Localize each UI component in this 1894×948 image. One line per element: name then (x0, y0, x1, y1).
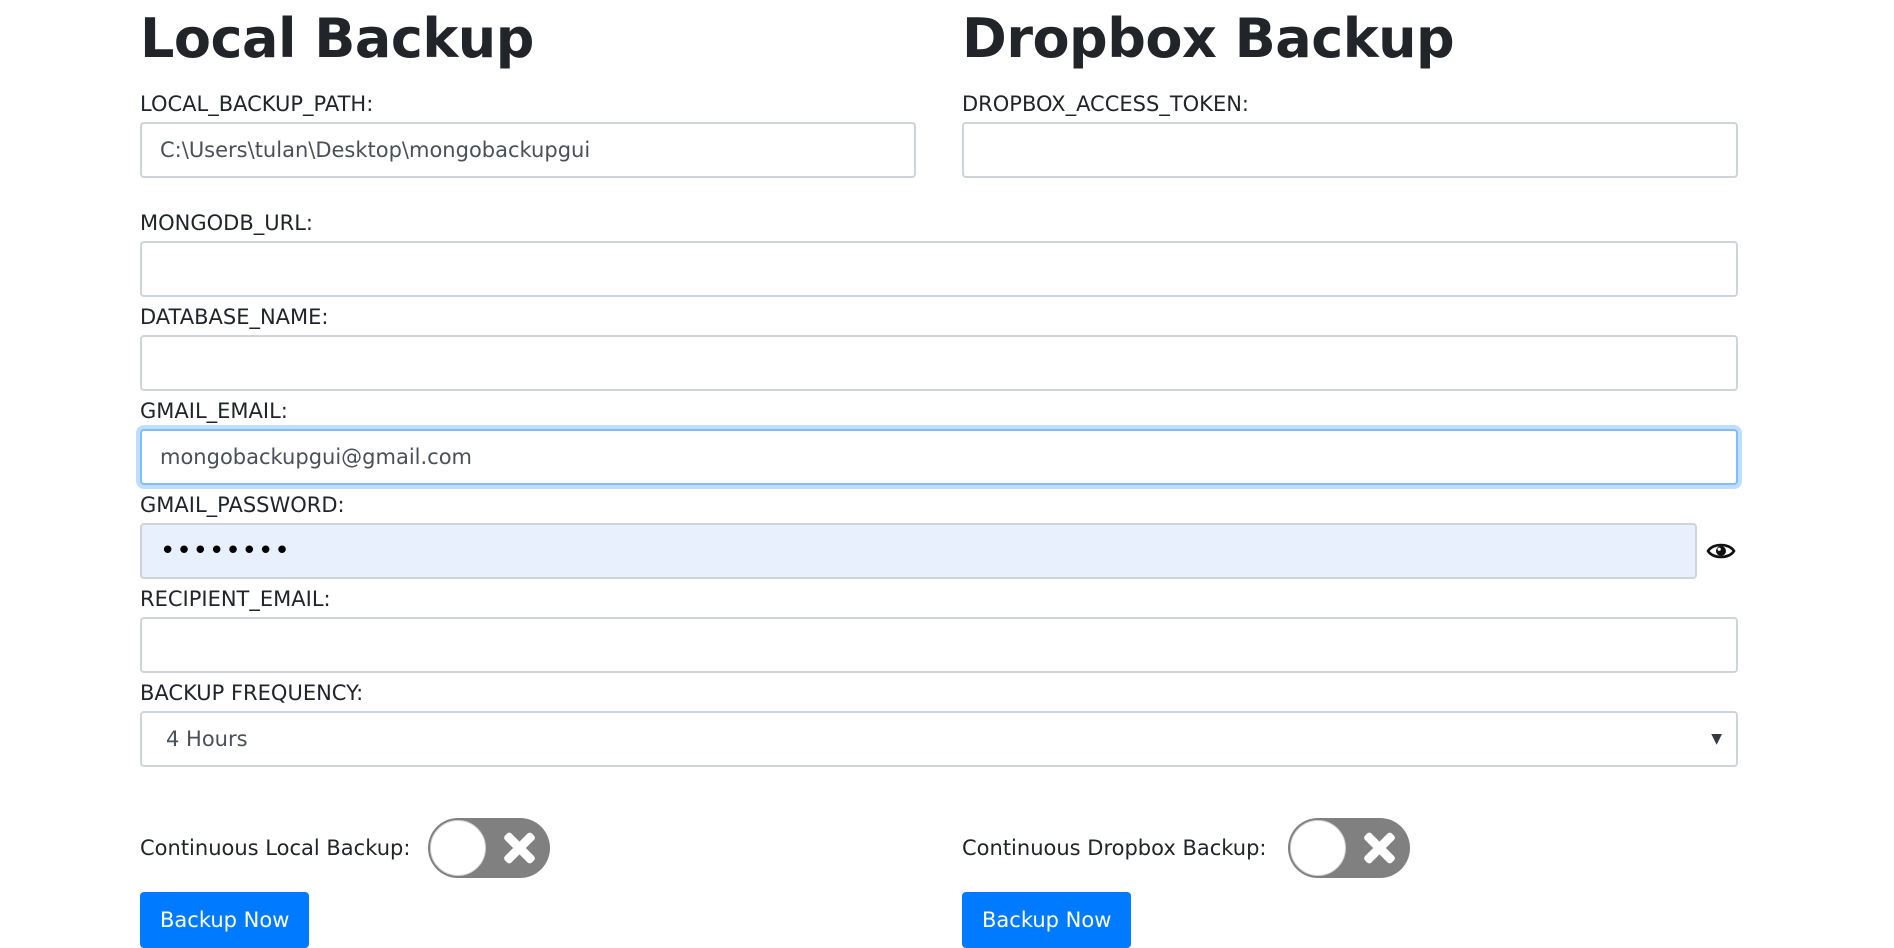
mongodb-url-input[interactable] (140, 241, 1738, 297)
mongodb-url-label: MONGODB_URL: (140, 211, 313, 235)
eye-icon (1706, 543, 1736, 559)
backup-frequency-selected-value: 4 Hours (166, 727, 248, 751)
recipient-email-label: RECIPIENT_EMAIL: (140, 587, 331, 611)
continuous-dropbox-backup-toggle[interactable] (1288, 818, 1410, 878)
local-backup-path-label: LOCAL_BACKUP_PATH: (140, 92, 374, 116)
gmail-password-input[interactable]: •••••••• (140, 523, 1697, 579)
dropbox-access-token-input[interactable] (962, 122, 1738, 178)
gmail-password-label: GMAIL_PASSWORD: (140, 493, 345, 517)
database-name-label: DATABASE_NAME: (140, 305, 329, 329)
continuous-dropbox-backup-label: Continuous Dropbox Backup: (962, 836, 1267, 860)
show-password-toggle[interactable] (1706, 536, 1738, 566)
gmail-email-label: GMAIL_EMAIL: (140, 399, 288, 423)
local-backup-now-button[interactable]: Backup Now (140, 892, 310, 948)
x-icon (502, 831, 536, 865)
backup-frequency-select[interactable]: 4 Hours ▼ (140, 711, 1738, 767)
local-backup-heading: Local Backup (140, 7, 534, 70)
caret-down-icon: ▼ (1711, 731, 1722, 747)
database-name-input[interactable] (140, 335, 1738, 391)
toggle-knob (1290, 820, 1346, 876)
local-backup-path-input[interactable]: C:\Users\tulan\Desktop\mongobackupgui (140, 122, 916, 178)
dropbox-access-token-label: DROPBOX_ACCESS_TOKEN: (962, 92, 1249, 116)
backup-frequency-label: BACKUP FREQUENCY: (140, 681, 364, 705)
dropbox-backup-heading: Dropbox Backup (962, 7, 1455, 70)
continuous-local-backup-label: Continuous Local Backup: (140, 836, 411, 860)
toggle-knob (430, 820, 486, 876)
gmail-email-input[interactable]: mongobackupgui@gmail.com (140, 429, 1738, 485)
dropbox-backup-now-button[interactable]: Backup Now (962, 892, 1132, 948)
continuous-local-backup-toggle[interactable] (428, 818, 550, 878)
x-icon (1362, 831, 1396, 865)
recipient-email-input[interactable] (140, 617, 1738, 673)
